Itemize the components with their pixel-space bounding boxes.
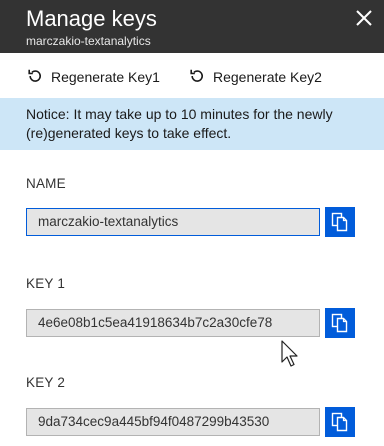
key2-label: KEY 2 [26, 375, 66, 390]
name-field[interactable]: marczakio-textanalytics [26, 208, 320, 236]
regenerate-key2-button[interactable]: Regenerate Key2 [189, 67, 322, 87]
copy-key2-button[interactable] [325, 407, 355, 437]
notice-text: Notice: It may take up to 10 minutes for… [26, 106, 333, 141]
name-label: NAME [26, 176, 66, 191]
key1-label: KEY 1 [26, 276, 66, 291]
key2-field[interactable]: 9da734cec9a445bf94f0487299b43530 [26, 408, 320, 436]
refresh-icon [27, 68, 51, 87]
close-icon[interactable] [354, 8, 374, 28]
command-bar: Regenerate Key1 Regenerate Key2 [0, 53, 384, 97]
key1-field[interactable]: 4e6e08b1c5ea41918634b7c2a30cfe78 [26, 309, 320, 337]
copy-name-button[interactable] [325, 207, 355, 237]
copy-key1-button[interactable] [325, 308, 355, 338]
regenerate-key2-label: Regenerate Key2 [213, 69, 322, 85]
refresh-icon [189, 68, 213, 87]
regenerate-key1-label: Regenerate Key1 [51, 69, 160, 85]
resource-name-subtitle: marczakio-textanalytics [26, 34, 151, 48]
page-title: Manage keys [26, 6, 157, 31]
manage-keys-blade: Manage keys marczakio-textanalytics Rege… [0, 0, 384, 446]
notice-banner: Notice: It may take up to 10 minutes for… [0, 98, 384, 150]
regenerate-key1-button[interactable]: Regenerate Key1 [27, 67, 160, 87]
mouse-pointer-icon [281, 340, 301, 375]
blade-header: Manage keys marczakio-textanalytics [0, 0, 384, 53]
